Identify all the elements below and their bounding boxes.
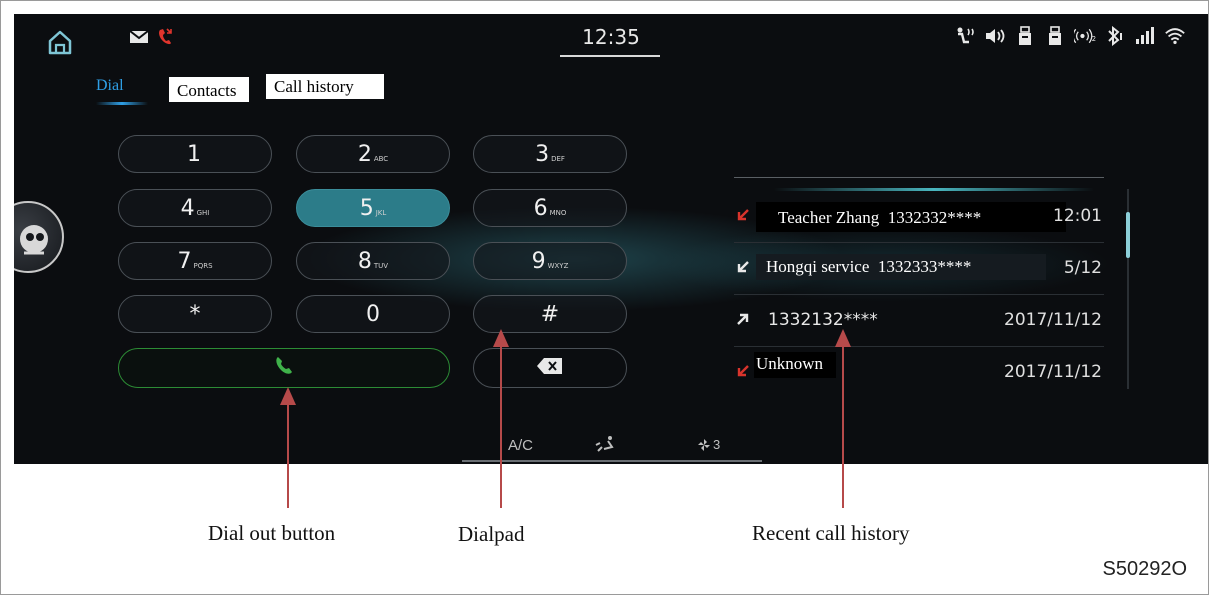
volume-icon — [984, 24, 1006, 48]
key-digit: 8 — [357, 248, 372, 274]
dialpad-key-8[interactable]: 8 TUV — [296, 242, 450, 280]
key-letters: GHI — [196, 208, 210, 217]
contact-number: 1332132**** — [768, 310, 878, 330]
key-digit: # — [540, 301, 560, 327]
call-time: 5/12 — [1063, 258, 1102, 278]
missed-call-arrow-icon — [736, 208, 750, 222]
dialpad-key-1[interactable]: 1 — [118, 135, 272, 173]
recent-call-row[interactable]: Unknown 2017/11/12 — [734, 346, 1104, 398]
backspace-icon — [536, 357, 564, 380]
annotation-arrow-dial-out — [287, 400, 289, 508]
key-digit: 9 — [531, 248, 546, 274]
annotation-arrowhead — [493, 329, 509, 347]
dialpad-key-5[interactable]: 5 JKL — [296, 189, 450, 227]
annotation-arrow-dialpad — [500, 342, 502, 508]
key-letters: WXYZ — [547, 261, 569, 270]
backspace-button[interactable] — [473, 348, 627, 388]
recent-call-row[interactable]: 1332132**** 2017/11/12 — [734, 294, 1104, 347]
recent-call-row[interactable]: Teacher Zhang 1332332**** 12:01 — [734, 190, 1104, 243]
call-label: Teacher Zhang 1332332**** — [756, 202, 1066, 232]
usb-icon — [1014, 24, 1036, 48]
key-letters: MNO — [549, 208, 567, 217]
climate-bar: A/C 3 — [14, 435, 1208, 460]
airflow-icon[interactable] — [594, 435, 620, 460]
key-letters: JKL — [375, 208, 387, 217]
wifi-icon — [1164, 24, 1186, 48]
annotation-arrow-recent — [842, 342, 844, 508]
key-letters: TUV — [373, 261, 389, 270]
scrollbar-thumb[interactable] — [1126, 212, 1130, 258]
key-digit: 4 — [180, 195, 195, 221]
key-digit: * — [189, 301, 201, 327]
usb-icon-2 — [1044, 24, 1066, 48]
key-letters: PQRS — [193, 261, 213, 270]
call-time: 2017/11/12 — [1004, 310, 1102, 330]
key-digit: 1 — [187, 141, 201, 167]
annotation-arrowhead — [835, 329, 851, 347]
key-digit: 7 — [177, 248, 192, 274]
missed-call-arrow-icon — [736, 364, 750, 378]
caption-dial-out-button: Dial out button — [208, 521, 336, 545]
contact-name: Hongqi service — [766, 257, 870, 276]
recent-call-row[interactable]: Hongqi service 1332333**** 5/12 — [734, 242, 1104, 295]
status-icons: 2 — [954, 24, 1186, 48]
svg-text:2: 2 — [1092, 35, 1096, 43]
bluetooth-icon — [1104, 24, 1126, 48]
dialpad-key-3[interactable]: 3 DEF — [473, 135, 627, 173]
signal-icon — [1134, 24, 1156, 48]
ac-button[interactable]: A/C — [508, 437, 533, 454]
key-digit: 6 — [533, 195, 548, 221]
incoming-call-arrow-icon — [736, 260, 750, 274]
dialpad-key-7[interactable]: 7 PQRS — [118, 242, 272, 280]
dialpad-key-star[interactable]: * — [118, 295, 272, 333]
key-digit: 0 — [366, 301, 380, 327]
figure-code: S50292O — [1102, 558, 1187, 580]
dialpad-key-2[interactable]: 2 ABC — [296, 135, 450, 173]
dial-out-button[interactable] — [118, 348, 450, 388]
caption-dialpad: Dialpad — [458, 522, 525, 546]
active-tab-indicator — [96, 102, 148, 105]
outgoing-call-arrow-icon — [736, 312, 750, 326]
dialpad-key-6[interactable]: 6 MNO — [473, 189, 627, 227]
key-digit: 3 — [535, 141, 550, 167]
annotation-arrowhead — [280, 387, 296, 405]
seat-heating-icon — [954, 24, 976, 48]
fan-speed[interactable]: 3 — [698, 437, 720, 452]
key-digit: 5 — [359, 195, 374, 221]
list-divider — [734, 177, 1104, 178]
dialpad-key-4[interactable]: 4 GHI — [118, 189, 272, 227]
dialpad-key-hash[interactable]: # — [473, 295, 627, 333]
phone-icon — [274, 356, 294, 381]
climate-underline — [462, 460, 762, 462]
contact-name: Teacher Zhang — [778, 208, 880, 227]
head-unit-screen: 12:35 2 Dial Contacts Call history 1 2 A… — [14, 14, 1208, 464]
call-label: Hongqi service 1332333**** — [756, 254, 1046, 280]
key-letters: DEF — [551, 154, 565, 163]
dialpad-key-0[interactable]: 0 — [296, 295, 450, 333]
fan-level: 3 — [713, 437, 721, 452]
tab-call-history[interactable]: Call history — [266, 74, 384, 99]
tab-dial[interactable]: Dial — [96, 77, 124, 95]
fan-icon — [698, 438, 710, 451]
hotspot-icon: 2 — [1074, 24, 1096, 48]
caption-recent-call-history: Recent call history — [752, 521, 910, 545]
clock-underline — [560, 55, 660, 57]
key-letters: ABC — [373, 154, 389, 163]
contact-number: 1332333**** — [877, 257, 972, 276]
voice-assistant-icon[interactable] — [14, 201, 64, 273]
dialpad-key-9[interactable]: 9 WXYZ — [473, 242, 627, 280]
tab-contacts[interactable]: Contacts — [169, 77, 249, 102]
contact-number: 1332332**** — [887, 208, 982, 227]
contact-name: Unknown — [754, 352, 836, 378]
key-digit: 2 — [357, 141, 372, 167]
call-time: 12:01 — [1053, 206, 1102, 226]
call-time: 2017/11/12 — [1004, 362, 1102, 382]
